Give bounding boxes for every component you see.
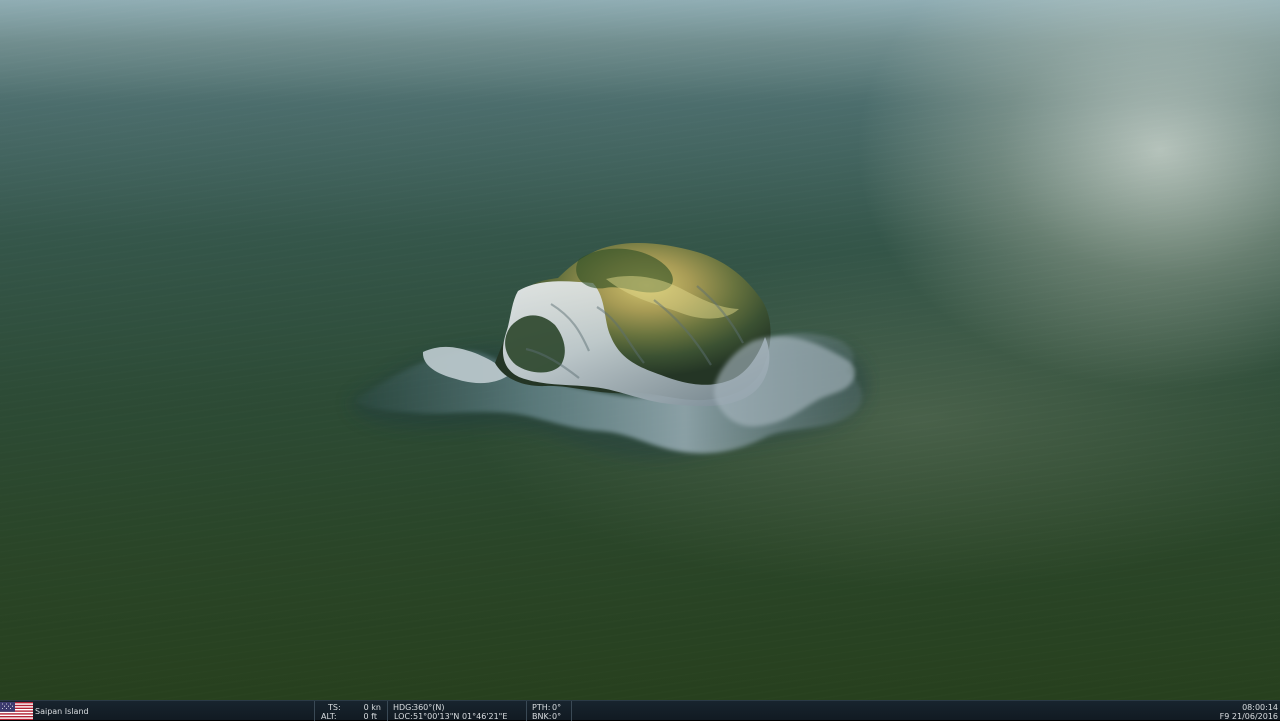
- hdg-value: 360°(N): [413, 703, 445, 712]
- location-section: Saipan Island: [0, 701, 314, 721]
- clock-section: 08:00:14 F9 21/06/2016: [1180, 701, 1280, 721]
- pth-label: PTH:: [532, 703, 551, 712]
- hdg-label: HDG:: [393, 703, 415, 712]
- pth-value: 0°: [552, 703, 562, 712]
- heading-location-section: HDG: 360°(N) LOC: 51°00'13"N 01°46'21"E: [388, 701, 526, 721]
- speed-altitude-section: TS: 0 kn ALT: 0 ft: [315, 701, 387, 721]
- atmospheric-haze: [0, 0, 1280, 230]
- rock-island-terrain: [349, 243, 871, 460]
- attitude-section: PTH: 0° BNK: 0°: [527, 701, 571, 721]
- location-name: Saipan Island: [35, 707, 89, 716]
- ts-value: 0 kn: [363, 703, 381, 712]
- usa-flag-icon: [0, 702, 33, 720]
- 3d-ocean-viewport[interactable]: [0, 0, 1280, 700]
- simulation-time: 08:00:14: [1242, 703, 1278, 712]
- ts-label: TS:: [328, 703, 341, 712]
- status-hud-bar: Saipan Island TS: 0 kn ALT: 0 ft HDG: 36…: [0, 700, 1280, 721]
- hud-divider: [571, 701, 572, 721]
